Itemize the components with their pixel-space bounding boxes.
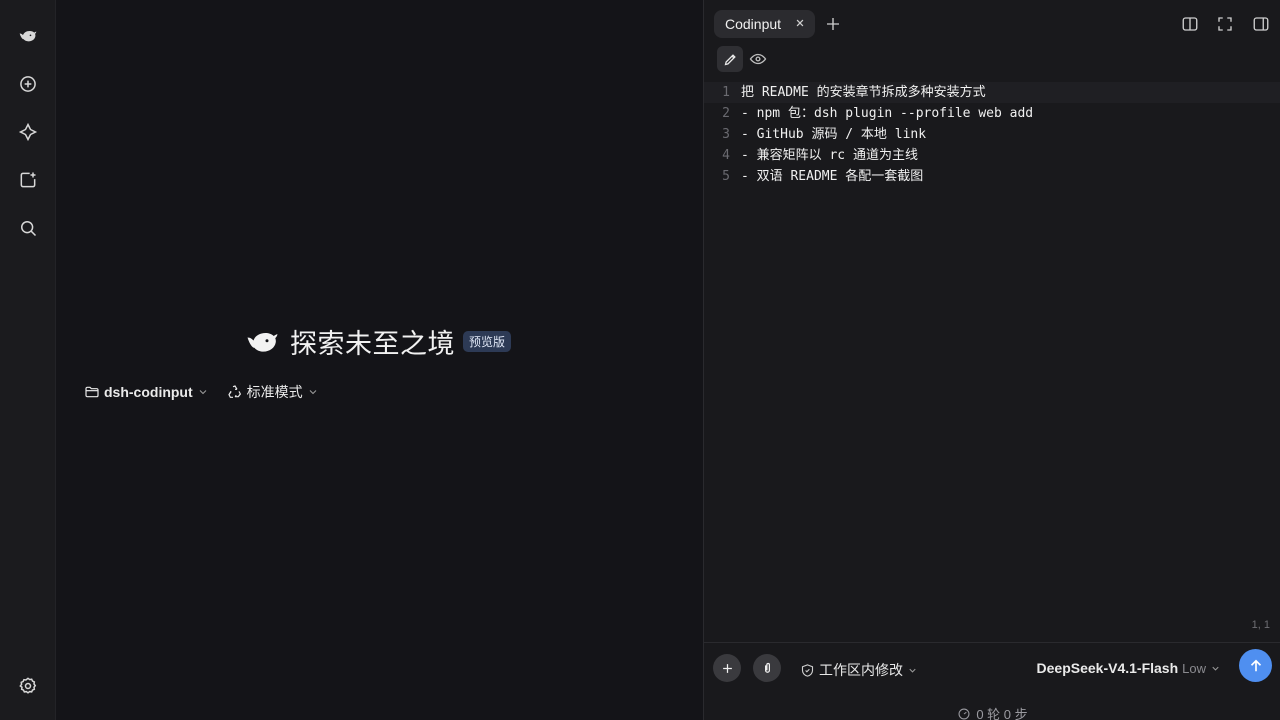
app-window: 探索未至之境 预览版 dsh-codinput 标准模式 Codinput 1 … (0, 0, 1280, 720)
model-name: DeepSeek-V4.1-Flash (1036, 660, 1179, 676)
gauge-icon (958, 708, 970, 719)
editor-line: 5 - 双语 README 各配一套截图 (704, 166, 1280, 187)
search-icon[interactable] (12, 212, 44, 244)
explore-icon[interactable] (12, 116, 44, 148)
plus-icon (722, 663, 732, 673)
line-text: - GitHub 源码 / 本地 link (741, 127, 927, 142)
codinput-panel: Codinput 1 把 README 的安装章节拆成多种安装方式 2 - np… (703, 0, 1280, 720)
fullscreen-icon[interactable] (1216, 15, 1234, 33)
tab-codinput[interactable]: Codinput (714, 10, 815, 38)
split-view-icon[interactable] (1181, 15, 1199, 33)
sidebar-rail (0, 0, 56, 720)
permission-label: 工作区内修改 (819, 662, 903, 678)
line-text: - npm 包：dsh plugin --profile web add (741, 106, 1034, 121)
paperclip-icon (764, 662, 770, 673)
editor-line: 3 - GitHub 源码 / 本地 link (704, 124, 1280, 145)
main-area: 探索未至之境 预览版 dsh-codinput 标准模式 (56, 0, 703, 720)
cursor-position: 1, 1 (1251, 619, 1270, 631)
line-text: - 双语 README 各配一套截图 (741, 169, 924, 184)
settings-icon[interactable] (12, 670, 44, 702)
close-icon[interactable] (793, 16, 807, 30)
session-stats: 0 轮 0 步 (704, 704, 1280, 720)
preview-badge: 预览版 (463, 331, 512, 352)
line-number: 4 (722, 148, 730, 163)
arrow-up-icon (1250, 659, 1261, 671)
toggle-panel-icon[interactable] (1252, 15, 1270, 33)
project-selector-label: dsh-codinput (104, 384, 193, 400)
mode-selector-label: 标准模式 (246, 384, 303, 400)
model-effort: Low (1182, 660, 1206, 676)
editor-line: 4 - 兼容矩阵以 rc 通道为主线 (704, 145, 1280, 166)
editor-line: 1 把 README 的安装章节拆成多种安装方式 (704, 82, 1280, 103)
context-selectors: dsh-codinput 标准模式 (84, 382, 337, 402)
mode-toolbar (704, 46, 1280, 78)
chevron-down-icon (1212, 666, 1219, 671)
folder-icon (85, 386, 99, 398)
chevron-down-icon (909, 668, 916, 673)
deepseek-logo-icon[interactable] (12, 20, 44, 52)
new-chat-icon[interactable] (12, 68, 44, 100)
permission-selector[interactable]: 工作区内修改 (800, 660, 918, 680)
project-selector[interactable]: dsh-codinput (84, 384, 209, 400)
edit-mode-button[interactable] (717, 46, 743, 72)
stats-text: 0 轮 0 步 (976, 707, 1028, 720)
tab-label: Codinput (725, 16, 782, 32)
hero-title: 探索未至之境 (290, 329, 455, 359)
composer-bar: 工作区内修改 DeepSeek-V4.1-Flash Low 0 轮 0 步 (704, 642, 1280, 720)
line-number: 2 (722, 106, 730, 121)
pencil-icon (724, 53, 736, 65)
editor-line: 2 - npm 包：dsh plugin --profile web add (704, 103, 1280, 124)
deepseek-whale-icon (247, 332, 278, 352)
line-number: 5 (722, 169, 730, 184)
code-editor[interactable]: 1 把 README 的安装章节拆成多种安装方式 2 - npm 包：dsh p… (704, 82, 1280, 187)
tab-bar: Codinput (704, 0, 1280, 46)
chevron-down-icon (199, 390, 207, 395)
add-workspace-icon[interactable] (12, 164, 44, 196)
add-tab-icon[interactable] (824, 15, 842, 33)
chevron-down-icon (309, 390, 317, 395)
line-number: 1 (722, 85, 730, 100)
recycle-icon (227, 385, 241, 398)
mode-selector[interactable]: 标准模式 (227, 382, 319, 402)
shield-icon (801, 663, 814, 677)
line-number: 3 (722, 127, 730, 142)
model-selector[interactable]: DeepSeek-V4.1-Flash Low (1037, 660, 1221, 676)
line-text: - 兼容矩阵以 rc 通道为主线 (741, 148, 918, 163)
eye-icon[interactable] (749, 50, 767, 68)
line-text: 把 README 的安装章节拆成多种安装方式 (741, 85, 986, 100)
hero: 探索未至之境 预览版 (246, 322, 512, 361)
send-button[interactable] (1239, 649, 1272, 682)
attach-button[interactable] (753, 654, 781, 682)
add-button[interactable] (713, 654, 741, 682)
